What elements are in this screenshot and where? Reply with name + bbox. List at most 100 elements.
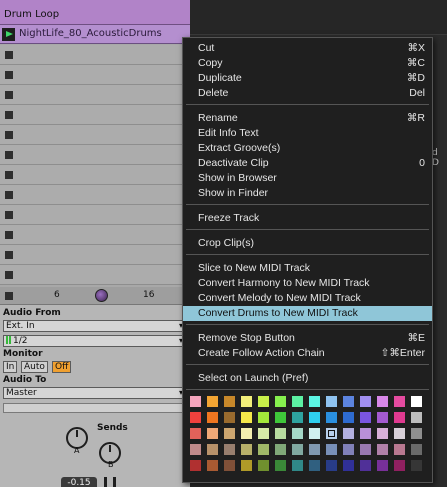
clip-slot[interactable]	[0, 85, 190, 105]
audio-to-channel-field[interactable]	[3, 403, 187, 413]
monitor-in-button[interactable]: In	[3, 361, 18, 373]
color-swatch[interactable]	[224, 444, 235, 455]
clip-slot[interactable]	[0, 185, 190, 205]
color-swatch[interactable]	[241, 444, 252, 455]
monitor-off-button[interactable]: Off	[52, 361, 72, 373]
color-swatch[interactable]	[377, 412, 388, 423]
color-swatch[interactable]	[207, 444, 218, 455]
clip-slot[interactable]	[0, 45, 190, 65]
stop-button-icon[interactable]	[5, 271, 13, 279]
input-channel-select[interactable]: 1/2 ▾	[3, 335, 187, 347]
color-swatch[interactable]	[190, 396, 201, 407]
color-swatch[interactable]	[258, 444, 269, 455]
color-swatch[interactable]	[207, 428, 218, 439]
clip-launch-icon[interactable]	[2, 28, 15, 41]
stop-button-icon[interactable]	[5, 71, 13, 79]
clip-slot[interactable]	[0, 105, 190, 125]
color-swatch[interactable]	[326, 396, 337, 407]
menu-item-cut[interactable]: Cut ⌘X	[183, 41, 432, 56]
color-swatch[interactable]	[411, 412, 422, 423]
clip-slot[interactable]	[0, 265, 190, 285]
menu-item-rename[interactable]: Rename ⌘R	[183, 111, 432, 126]
color-swatch[interactable]	[258, 460, 269, 471]
color-swatch[interactable]	[326, 428, 337, 439]
clip-slot[interactable]	[0, 165, 190, 185]
color-swatch[interactable]	[292, 444, 303, 455]
color-swatch[interactable]	[394, 396, 405, 407]
color-swatch[interactable]	[292, 412, 303, 423]
color-swatch[interactable]	[258, 412, 269, 423]
color-swatch[interactable]	[275, 428, 286, 439]
clip-slot[interactable]	[0, 145, 190, 165]
stop-button-icon[interactable]	[5, 131, 13, 139]
stop-button-icon[interactable]	[5, 91, 13, 99]
menu-item-create-follow-action-chain[interactable]: Create Follow Action Chain ⇧⌘Enter	[183, 346, 432, 361]
menu-item-delete[interactable]: Delete Del	[183, 86, 432, 101]
color-swatch[interactable]	[377, 460, 388, 471]
stop-button-icon[interactable]	[5, 171, 13, 179]
volume-field[interactable]: -0.15	[61, 477, 97, 487]
audio-from-select[interactable]: Ext. In ▾	[3, 320, 187, 332]
color-swatch[interactable]	[207, 460, 218, 471]
color-swatch[interactable]	[224, 428, 235, 439]
monitor-auto-button[interactable]: Auto	[21, 361, 48, 373]
color-swatch[interactable]	[190, 428, 201, 439]
clip-slot-active[interactable]: NightLife_80_AcousticDrums	[0, 25, 190, 44]
color-swatch[interactable]	[394, 428, 405, 439]
color-swatch[interactable]	[343, 444, 354, 455]
color-swatch[interactable]	[326, 460, 337, 471]
menu-item-freeze-track[interactable]: Freeze Track	[183, 211, 432, 226]
knob-icon[interactable]	[95, 289, 108, 302]
color-swatch[interactable]	[258, 396, 269, 407]
color-swatch[interactable]	[275, 412, 286, 423]
menu-item-convert-melody-to-new-midi-track[interactable]: Convert Melody to New MIDI Track	[183, 291, 432, 306]
menu-item-remove-stop-button[interactable]: Remove Stop Button ⌘E	[183, 331, 432, 346]
color-swatch[interactable]	[190, 412, 201, 423]
color-swatch[interactable]	[394, 412, 405, 423]
menu-item-deactivate-clip[interactable]: Deactivate Clip 0	[183, 156, 432, 171]
color-swatch[interactable]	[326, 444, 337, 455]
color-swatch[interactable]	[241, 412, 252, 423]
color-swatch[interactable]	[309, 428, 320, 439]
color-swatch[interactable]	[411, 444, 422, 455]
color-swatch[interactable]	[360, 460, 371, 471]
audio-to-select[interactable]: Master ▾	[3, 387, 187, 399]
color-swatch[interactable]	[241, 428, 252, 439]
color-swatch[interactable]	[309, 412, 320, 423]
color-swatch[interactable]	[190, 460, 201, 471]
clip-slot[interactable]	[0, 245, 190, 265]
color-swatch[interactable]	[258, 428, 269, 439]
stop-button-icon[interactable]	[5, 191, 13, 199]
menu-item-duplicate[interactable]: Duplicate ⌘D	[183, 71, 432, 86]
color-swatch[interactable]	[377, 444, 388, 455]
color-swatch[interactable]	[275, 444, 286, 455]
color-swatch[interactable]	[309, 460, 320, 471]
clip-slot[interactable]	[0, 125, 190, 145]
menu-item-convert-harmony-to-new-midi-track[interactable]: Convert Harmony to New MIDI Track	[183, 276, 432, 291]
menu-item-show-in-finder[interactable]: Show in Finder	[183, 186, 432, 201]
color-swatch[interactable]	[411, 396, 422, 407]
stop-button-icon[interactable]	[5, 231, 13, 239]
clip-slot[interactable]	[0, 205, 190, 225]
stop-button-icon[interactable]	[5, 251, 13, 259]
track-title-bar[interactable]: Drum Loop	[0, 0, 190, 25]
color-swatch[interactable]	[411, 428, 422, 439]
stop-all-icon[interactable]	[5, 292, 13, 300]
color-swatch[interactable]	[207, 396, 218, 407]
menu-item-copy[interactable]: Copy ⌘C	[183, 56, 432, 71]
color-swatch[interactable]	[343, 460, 354, 471]
color-swatch[interactable]	[241, 396, 252, 407]
color-swatch[interactable]	[343, 396, 354, 407]
color-swatch[interactable]	[241, 460, 252, 471]
color-swatch[interactable]	[292, 460, 303, 471]
color-swatch[interactable]	[275, 396, 286, 407]
color-swatch[interactable]	[343, 428, 354, 439]
menu-item-slice-to-new-midi-track[interactable]: Slice to New MIDI Track	[183, 261, 432, 276]
color-swatch[interactable]	[190, 444, 201, 455]
color-swatch[interactable]	[377, 428, 388, 439]
color-swatch[interactable]	[292, 428, 303, 439]
clip-slot[interactable]	[0, 225, 190, 245]
color-swatch[interactable]	[207, 412, 218, 423]
clip-slot[interactable]	[0, 65, 190, 85]
menu-item-edit-info-text[interactable]: Edit Info Text	[183, 126, 432, 141]
